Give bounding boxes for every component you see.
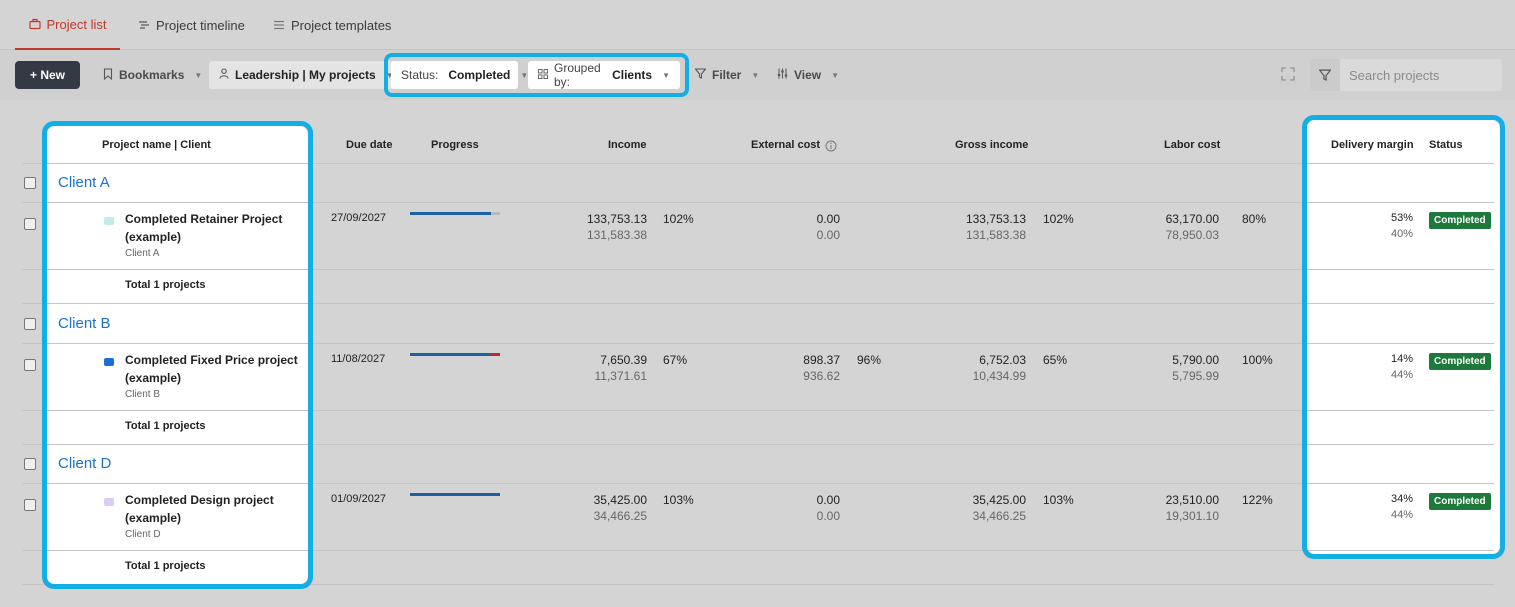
timeline-icon — [138, 19, 150, 31]
income-value: 35,425.00 — [593, 493, 647, 507]
toolbar: + New Bookmarks ▼ Leadership | My projec… — [0, 50, 1515, 100]
income-planned: 11,371.61 — [594, 369, 648, 383]
progress-bar — [410, 353, 500, 356]
expand-icon[interactable] — [1281, 67, 1295, 81]
filter-dropdown[interactable]: Filter ▼ — [694, 61, 760, 89]
income-value: 7,650.39 — [600, 353, 647, 367]
labor-planned: 78,950.03 — [1165, 228, 1219, 242]
leadership-label: Leadership | My projects — [235, 68, 376, 82]
leadership-dropdown[interactable]: Leadership | My projects ▼ — [209, 61, 404, 89]
income-value: 133,753.13 — [586, 212, 647, 226]
sliders-icon — [777, 68, 788, 82]
filter-highlight-box — [384, 53, 689, 97]
new-button[interactable]: + New — [15, 61, 80, 89]
bookmark-icon — [103, 67, 113, 83]
tab-label: Project timeline — [156, 17, 245, 33]
gross-planned: 10,434.99 — [972, 369, 1026, 383]
tab-label: Project list — [46, 16, 107, 32]
margin-column-highlight-box — [1302, 115, 1505, 559]
row-checkbox[interactable] — [24, 499, 36, 511]
income-percent: 67% — [663, 353, 688, 367]
group-checkbox[interactable] — [24, 458, 36, 470]
info-icon[interactable] — [825, 139, 837, 157]
labor-percent: 100% — [1242, 353, 1273, 367]
col-gross-income[interactable]: Gross income — [955, 139, 1028, 151]
due-date: 11/08/2027 — [331, 353, 386, 365]
col-labor-cost[interactable]: Labor cost — [1164, 139, 1220, 151]
funnel-icon — [694, 68, 707, 82]
ext-cost-value: 0.00 — [816, 493, 840, 507]
progress-fill — [410, 212, 491, 215]
group-checkbox[interactable] — [24, 318, 36, 330]
gross-percent: 65% — [1043, 353, 1068, 367]
caret-down-icon: ▼ — [751, 70, 760, 80]
labor-value: 23,510.00 — [1165, 493, 1219, 507]
progress-fill — [410, 353, 490, 356]
gross-percent: 103% — [1043, 493, 1074, 507]
tab-project-templates[interactable]: Project templates — [273, 0, 391, 50]
ext-cost-planned: 0.00 — [816, 228, 840, 242]
search-input[interactable] — [1340, 60, 1500, 90]
income-planned: 131,583.38 — [586, 228, 647, 242]
tab-label: Project templates — [291, 17, 392, 33]
ext-cost-value: 0.00 — [816, 212, 840, 226]
user-icon — [219, 68, 229, 82]
progress-bar — [410, 493, 500, 496]
caret-down-icon: ▼ — [194, 70, 203, 80]
gross-percent: 102% — [1043, 212, 1074, 226]
row-checkbox[interactable] — [24, 218, 36, 230]
list-icon — [273, 19, 285, 31]
income-percent: 102% — [663, 212, 694, 226]
labor-percent: 122% — [1242, 493, 1273, 507]
col-progress[interactable]: Progress — [431, 139, 479, 151]
col-external-cost[interactable]: External cost — [751, 139, 820, 151]
due-date: 01/09/2027 — [331, 493, 387, 505]
col-due-date[interactable]: Due date — [346, 139, 392, 151]
project-column-highlight-box — [42, 121, 313, 589]
view-dropdown[interactable]: View ▼ — [777, 61, 839, 89]
due-date: 27/09/2027 — [331, 212, 387, 224]
bookmarks-label: Bookmarks — [119, 68, 185, 82]
labor-planned: 19,301.10 — [1165, 509, 1219, 523]
progress-bar — [410, 212, 500, 215]
tab-bar: Project list Project timeline Project te… — [0, 0, 1515, 50]
ext-cost-planned: 936.62 — [803, 369, 840, 383]
ext-cost-planned: 0.00 — [816, 509, 840, 523]
gross-planned: 34,466.25 — [972, 509, 1026, 523]
col-income[interactable]: Income — [608, 139, 647, 151]
tab-project-timeline[interactable]: Project timeline — [138, 0, 245, 50]
labor-value: 63,170.00 — [1165, 212, 1219, 226]
labor-value: 5,790.00 — [1172, 353, 1219, 367]
tab-project-list[interactable]: Project list — [15, 0, 120, 50]
gross-value: 133,753.13 — [965, 212, 1026, 226]
progress-overrun — [489, 353, 500, 356]
group-checkbox[interactable] — [24, 177, 36, 189]
progress-fill — [410, 493, 500, 496]
row-checkbox[interactable] — [24, 359, 36, 371]
ext-cost-percent: 96% — [857, 353, 882, 367]
ext-cost-value: 898.37 — [803, 353, 840, 367]
briefcase-icon — [28, 18, 41, 30]
gross-value: 6,752.03 — [979, 353, 1026, 367]
income-planned: 34,466.25 — [593, 509, 647, 523]
filter-icon[interactable] — [1310, 59, 1340, 91]
income-percent: 103% — [663, 493, 694, 507]
gross-value: 35,425.00 — [972, 493, 1026, 507]
filter-label: Filter — [712, 68, 742, 82]
search-box[interactable] — [1310, 59, 1502, 91]
gross-planned: 131,583.38 — [965, 228, 1026, 242]
bookmarks-dropdown[interactable]: Bookmarks ▼ — [103, 61, 202, 89]
view-label: View — [794, 68, 822, 82]
caret-down-icon: ▼ — [831, 70, 840, 80]
labor-planned: 5,795.99 — [1172, 369, 1219, 383]
labor-percent: 80% — [1242, 212, 1267, 226]
